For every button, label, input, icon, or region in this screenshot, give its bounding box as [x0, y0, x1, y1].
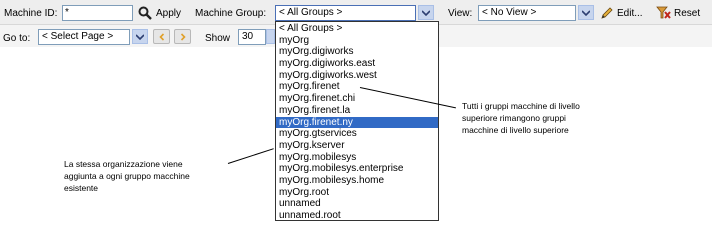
view-select[interactable]: < No View > — [478, 5, 576, 21]
show-label: Show — [205, 33, 231, 44]
dropdown-option[interactable]: myOrg.digiworks.east — [276, 58, 438, 70]
chevron-down-icon — [582, 9, 590, 16]
dropdown-option[interactable]: myOrg.digiworks.west — [276, 70, 438, 82]
goto-label: Go to: — [3, 33, 31, 44]
machine-id-input[interactable]: * — [62, 5, 133, 21]
annotation-line: aggiunta a ogni gruppo macchine — [64, 171, 190, 181]
dropdown-option[interactable]: myOrg.root — [276, 187, 438, 199]
annotation-line: La stessa organizzazione viene — [64, 159, 183, 169]
goto-page-select[interactable]: < Select Page > — [38, 29, 130, 45]
edit-view-button[interactable]: Edit... — [600, 5, 652, 21]
previous-page-button[interactable] — [153, 29, 170, 44]
dropdown-option[interactable]: myOrg.mobilesys — [276, 152, 438, 164]
machine-id-label: Machine ID: — [4, 8, 58, 19]
machine-group-label: Machine Group: — [195, 8, 267, 19]
goto-dropdown-button[interactable] — [132, 29, 148, 44]
annotation-same-organization: La stessa organizzazione viene aggiunta … — [64, 158, 190, 194]
reset-view-button[interactable]: Reset — [656, 5, 710, 21]
chevron-down-icon — [422, 9, 430, 16]
chevron-left-icon — [158, 32, 164, 41]
dropdown-option[interactable]: < All Groups > — [276, 23, 438, 35]
edit-label: Edit... — [617, 7, 643, 19]
apply-button[interactable]: Apply — [138, 5, 198, 21]
dropdown-option[interactable]: myOrg.gtservices — [276, 128, 438, 140]
rows-per-page-select[interactable]: 30 — [238, 29, 266, 45]
machine-group-dropdown-list: < All Groups > myOrg myOrg.digiworks myOrg.… — [275, 21, 439, 221]
annotation-line: esistente — [64, 183, 99, 193]
dropdown-option[interactable]: myOrg.firenet — [276, 81, 438, 93]
annotation-line: superiore rimangono gruppi — [462, 113, 566, 123]
annotation-pointer-left — [227, 148, 274, 164]
apply-label: Apply — [156, 7, 182, 19]
dropdown-option[interactable]: myOrg.firenet.ny — [276, 116, 438, 129]
dropdown-option[interactable]: myOrg.mobilesys.home — [276, 175, 438, 187]
view-label: View: — [448, 8, 473, 19]
dropdown-option[interactable]: unnamed — [276, 198, 438, 210]
reset-label: Reset — [674, 7, 701, 19]
dropdown-option[interactable]: myOrg.mobilesys.enterprise — [276, 163, 438, 175]
annotation-top-level-groups: Tutti i gruppi macchine di livello super… — [462, 100, 580, 136]
chevron-down-icon — [136, 33, 144, 40]
dropdown-option[interactable]: unnamed.root — [276, 210, 438, 222]
dropdown-option[interactable]: myOrg.kserver — [276, 140, 438, 152]
next-page-button[interactable] — [174, 29, 191, 44]
view-dropdown-button[interactable] — [578, 5, 594, 20]
chevron-right-icon — [180, 32, 186, 41]
dropdown-option[interactable]: myOrg — [276, 35, 438, 47]
machine-group-select[interactable]: < All Groups > — [275, 5, 416, 21]
dropdown-option[interactable]: myOrg.firenet.la — [276, 105, 438, 117]
machine-group-dropdown-button[interactable] — [418, 5, 434, 20]
reset-funnel-icon — [656, 6, 671, 19]
search-icon — [138, 6, 152, 20]
rows-per-page-dropdown-button[interactable] — [266, 29, 275, 44]
annotation-line: macchine di livello superiore — [462, 125, 569, 135]
annotation-line: Tutti i gruppi macchine di livello — [462, 101, 580, 111]
dropdown-option[interactable]: myOrg.digiworks — [276, 46, 438, 58]
pencil-icon — [601, 7, 613, 19]
